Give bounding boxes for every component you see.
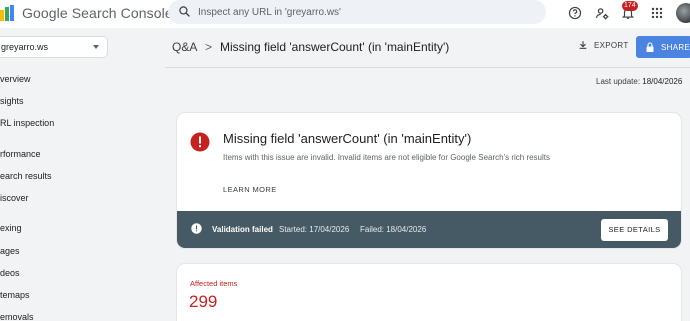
sidebar: greyarro.ws verview sights RL inspection…	[0, 28, 165, 321]
export-label: EXPORT	[594, 40, 629, 50]
error-icon	[190, 132, 210, 152]
breadcrumb-separator: >	[205, 40, 213, 54]
sidebar-item-search-results[interactable]: earch results	[0, 171, 52, 181]
settings-user-icon[interactable]	[593, 4, 611, 22]
sidebar-item-pages[interactable]: ages	[0, 246, 20, 256]
issue-title: Missing field 'answerCount' (in 'mainEnt…	[223, 131, 472, 146]
sidebar-item-removals[interactable]: emovals	[0, 312, 34, 321]
affected-items-card: Affected items 299	[177, 264, 681, 321]
sidebar-item-indexing[interactable]: exing	[0, 223, 22, 233]
url-inspection-search[interactable]	[168, 0, 546, 24]
learn-more-link[interactable]: LEARN MORE	[223, 185, 277, 194]
sidebar-item-videos[interactable]: deos	[0, 268, 20, 278]
search-console-logo-icon	[0, 5, 14, 21]
export-button[interactable]: EXPORT	[578, 40, 629, 50]
sidebar-item-url-inspection[interactable]: RL inspection	[0, 118, 54, 128]
sidebar-item-performance[interactable]: rformance	[0, 149, 41, 159]
account-avatar[interactable]	[676, 3, 690, 23]
affected-items-label: Affected items	[190, 279, 238, 288]
sidebar-item-discover[interactable]: iscover	[0, 193, 29, 203]
download-icon	[579, 41, 587, 49]
info-icon	[191, 223, 202, 234]
sidebar-item-overview[interactable]: verview	[0, 74, 31, 84]
page-title: Missing field 'answerCount' (in 'mainEnt…	[220, 40, 450, 54]
sidebar-item-sitemaps[interactable]: temaps	[0, 290, 30, 300]
share-label: SHARE	[661, 42, 690, 52]
sidebar-item-insights[interactable]: sights	[0, 96, 24, 106]
property-name: greyarro.ws	[1, 42, 49, 52]
chevron-down-icon	[93, 45, 99, 49]
validation-status-bar: Validation failed Started: 17/04/2026 Fa…	[177, 211, 681, 248]
header-divider	[165, 67, 690, 68]
see-details-button[interactable]: SEE DETAILS	[601, 219, 668, 241]
last-update-label: Last update:	[596, 77, 641, 86]
breadcrumb-qa[interactable]: Q&A	[172, 40, 197, 54]
help-icon[interactable]	[566, 4, 584, 22]
notification-count-badge: 174	[622, 1, 638, 11]
last-update: Last update: 18/04/2026	[596, 77, 682, 86]
validation-started: Started: 17/04/2026	[279, 225, 350, 234]
product-name: Google Search Console	[22, 5, 173, 21]
apps-grid-icon[interactable]	[648, 4, 666, 22]
search-icon	[179, 6, 190, 17]
affected-items-count: 299	[189, 292, 218, 311]
issue-card: Missing field 'answerCount' (in 'mainEnt…	[177, 113, 681, 248]
share-button[interactable]: SHARE	[636, 36, 690, 58]
top-header: Google Search Console 174	[0, 0, 690, 28]
property-selector[interactable]: greyarro.ws	[0, 36, 108, 58]
search-input[interactable]	[198, 3, 528, 21]
validation-status: Validation failed	[212, 225, 273, 234]
validation-failed-date: Failed: 18/04/2026	[360, 225, 427, 234]
main-content: Q&A > Missing field 'answerCount' (in 'm…	[165, 28, 690, 321]
last-update-value: 18/04/2026	[642, 77, 683, 86]
lock-icon	[646, 41, 654, 52]
issue-description: Items with this issue are invalid. Inval…	[223, 153, 551, 162]
